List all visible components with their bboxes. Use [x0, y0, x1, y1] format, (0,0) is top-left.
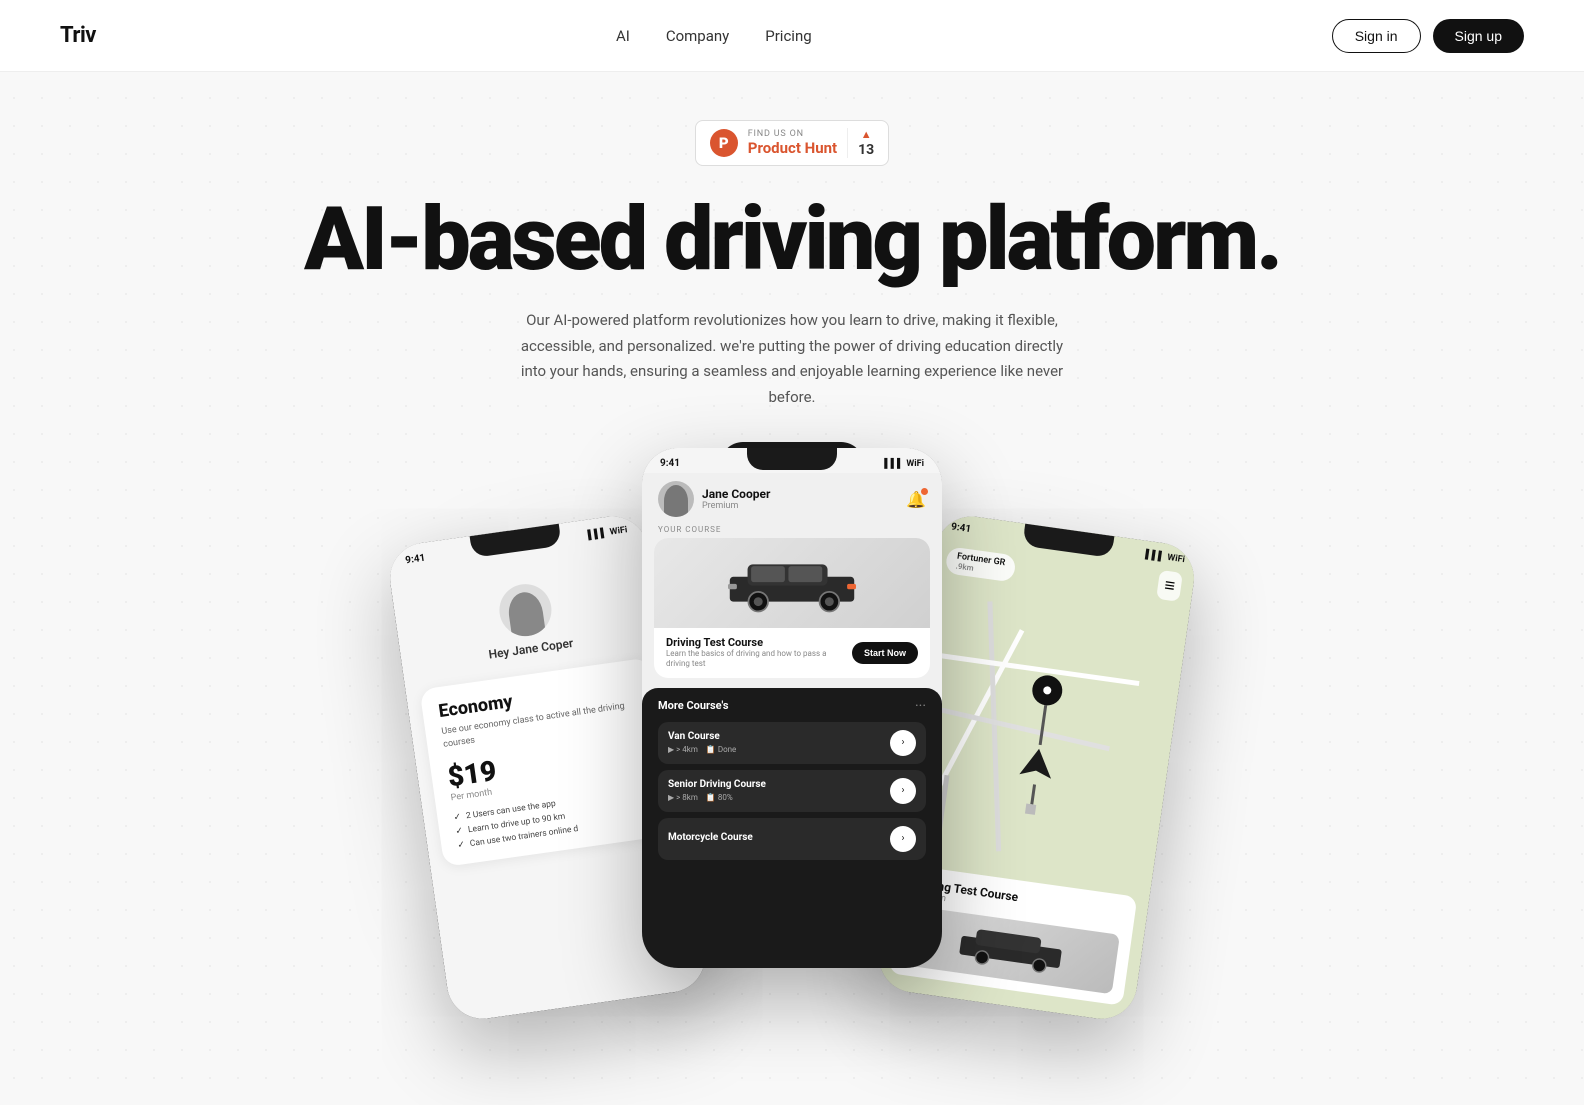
- center-user: Jane Cooper Premium: [658, 481, 770, 517]
- economy-card: Economy Use our economy class to active …: [419, 657, 674, 867]
- signup-button[interactable]: Sign up: [1433, 19, 1524, 53]
- more-courses-section: More Course's ··· Van Course ▶ > 4km 📋 D…: [642, 688, 942, 968]
- phone-center-wrapper: 9:41 ▌▌▌ WiFi Jane Cooper Premium: [642, 448, 942, 968]
- product-hunt-badge[interactable]: P FIND US ON Product Hunt ▲ 13: [695, 120, 889, 166]
- upvote-count: 13: [858, 142, 874, 158]
- product-hunt-name: Product Hunt: [748, 139, 837, 157]
- screen-center: 9:41 ▌▌▌ WiFi Jane Cooper Premium: [642, 448, 942, 968]
- product-hunt-icon: P: [710, 129, 738, 157]
- course-title: Driving Test Course: [666, 636, 852, 649]
- avatar-left: [496, 581, 555, 640]
- nav-link-ai[interactable]: AI: [616, 27, 630, 45]
- signin-button[interactable]: Sign in: [1332, 19, 1421, 53]
- bell-icon: 🔔: [906, 490, 926, 509]
- nav-link-company[interactable]: Company: [666, 27, 729, 45]
- course-desc: Learn the basics of driving and how to p…: [666, 649, 852, 670]
- course-row-senior: Senior Driving Course ▶ > 8km 📋 80% ›: [658, 770, 926, 812]
- left-greeting: Hey Jane Coper: [488, 636, 574, 662]
- more-courses-title: More Course's: [658, 699, 729, 712]
- time-center: 9:41: [660, 458, 680, 469]
- nav-arrow-icon: [1014, 742, 1059, 787]
- map-location-badge: Fortuner GR .9km: [945, 546, 1017, 582]
- more-options-icon[interactable]: ···: [915, 698, 926, 714]
- course-arrow-btn-van[interactable]: ›: [890, 730, 916, 756]
- nav-icon: ▶ > 4km: [668, 745, 698, 754]
- navbar: Triv AI Company Pricing Sign in Sign up: [0, 0, 1584, 72]
- time-right: 9:41: [950, 521, 971, 535]
- center-plan: Premium: [702, 501, 770, 511]
- status-icons-left: ▌▌▌ WiFi: [587, 524, 628, 540]
- nav-icon-2: ▶ > 8km: [668, 793, 698, 802]
- location-dot-icon: [1030, 673, 1064, 707]
- phone-notch-center: [747, 448, 837, 470]
- nav-link-pricing[interactable]: Pricing: [765, 27, 811, 45]
- center-avatar: [658, 481, 694, 517]
- time-left: 9:41: [405, 553, 426, 567]
- product-hunt-count: ▲ 13: [847, 128, 874, 158]
- nav-actions: Sign in Sign up: [1332, 19, 1524, 53]
- course-arrow-btn-senior[interactable]: ›: [890, 778, 916, 804]
- start-now-button[interactable]: Start Now: [852, 642, 918, 664]
- car-image: [654, 538, 930, 628]
- nav-links: AI Company Pricing: [616, 26, 812, 45]
- upvote-arrow-icon: ▲: [861, 128, 872, 141]
- map-controls-icon: ≡: [1157, 570, 1183, 602]
- course-row-moto: Motorcycle Course ›: [658, 818, 926, 860]
- course-arrow-btn-moto[interactable]: ›: [890, 826, 916, 852]
- hero-heading: AI-based driving platform.: [242, 196, 1342, 284]
- phones-section: 9:41 ▌▌▌ WiFi Hey Jane Coper Economy Use…: [0, 548, 1584, 968]
- hero-subtext: Our AI-powered platform revolutionizes h…: [512, 308, 1072, 410]
- course-label: YOUR COURSE: [642, 525, 942, 538]
- phone-center: 9:41 ▌▌▌ WiFi Jane Cooper Premium: [642, 448, 942, 968]
- nav-logo[interactable]: Triv: [60, 23, 96, 48]
- route-line: [1038, 705, 1047, 745]
- course-footer: Driving Test Course Learn the basics of …: [654, 628, 930, 678]
- product-hunt-text: FIND US ON Product Hunt: [748, 129, 837, 157]
- progress-icon: 📋 Done: [706, 745, 736, 754]
- center-header: Jane Cooper Premium 🔔: [642, 473, 942, 525]
- find-us-label: FIND US ON: [748, 129, 804, 139]
- course-row-van: Van Course ▶ > 4km 📋 Done ›: [658, 722, 926, 764]
- course-card: Driving Test Course Learn the basics of …: [654, 538, 930, 678]
- center-name: Jane Cooper: [702, 487, 770, 501]
- progress-icon-2: 📋 80%: [706, 793, 733, 802]
